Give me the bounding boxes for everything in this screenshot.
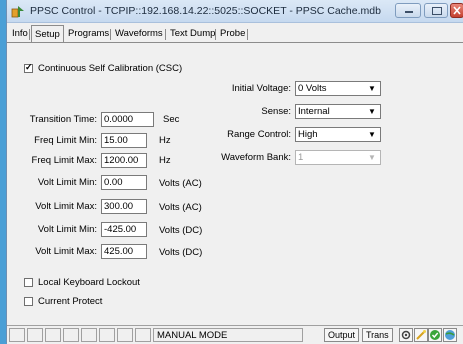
transition-time-unit: Sec <box>163 114 180 125</box>
status-cell <box>99 328 115 342</box>
status-cell <box>63 328 79 342</box>
chevron-down-icon[interactable]: ▼ <box>366 128 378 141</box>
status-bar: MANUAL MODE Output Trans <box>7 325 463 344</box>
tab-separator <box>29 29 30 40</box>
minimize-icon[interactable] <box>395 3 421 18</box>
status-cell <box>45 328 61 342</box>
initial-voltage-select[interactable]: 0 Volts ▼ <box>295 81 381 96</box>
tab-separator <box>215 29 216 40</box>
volt-limit-min-dc-input[interactable]: -425.00 <box>101 222 147 237</box>
range-control-label: Range Control: <box>227 129 291 140</box>
tab-programs[interactable]: Programs <box>65 27 112 41</box>
waveform-bank-value: 1 <box>298 152 304 163</box>
sense-select[interactable]: Internal ▼ <box>295 104 381 119</box>
status-gear-icon[interactable] <box>399 328 413 342</box>
volt-limit-max-ac-unit: Volts (AC) <box>159 202 202 213</box>
status-ok-icon[interactable] <box>428 328 442 342</box>
status-cell <box>81 328 97 342</box>
tab-text-dump[interactable]: Text Dump <box>167 27 218 41</box>
tab-waveforms[interactable]: Waveforms <box>112 27 166 41</box>
volt-limit-max-dc-label: Volt Limit Max: <box>35 246 97 257</box>
tab-separator <box>165 29 166 40</box>
volt-limit-max-ac-input[interactable]: 300.00 <box>101 199 147 214</box>
tab-separator <box>247 29 248 40</box>
transition-time-label: Transition Time: <box>29 114 97 125</box>
freq-limit-max-input[interactable]: 1200.00 <box>101 153 147 168</box>
initial-voltage-label: Initial Voltage: <box>231 83 291 94</box>
volt-limit-min-dc-unit: Volts (DC) <box>159 225 203 236</box>
chevron-down-icon[interactable]: ▼ <box>366 105 378 118</box>
chevron-down-icon[interactable]: ▼ <box>366 82 378 95</box>
local-keyboard-lockout-label: Local Keyboard Lockout <box>38 277 140 288</box>
window-title: PPSC Control - TCPIP::192.168.14.22::502… <box>30 5 381 17</box>
app-window: PPSC Control - TCPIP::192.168.14.22::502… <box>6 0 463 344</box>
close-icon[interactable] <box>450 3 463 18</box>
volt-limit-max-ac-label: Volt Limit Max: <box>35 201 97 212</box>
freq-limit-min-input[interactable]: 15.00 <box>101 133 147 148</box>
transition-time-input[interactable]: 0.0000 <box>101 112 154 127</box>
tab-bar: Info Setup Programs Waveforms Text Dump … <box>7 25 463 43</box>
trans-button[interactable]: Trans <box>362 328 393 342</box>
range-control-select[interactable]: High ▼ <box>295 127 381 142</box>
sense-label: Sense: <box>261 106 291 117</box>
current-protect-checkbox[interactable] <box>24 297 33 306</box>
sense-value: Internal <box>298 106 330 117</box>
title-bar[interactable]: PPSC Control - TCPIP::192.168.14.22::502… <box>7 0 463 23</box>
status-wand-icon[interactable] <box>414 328 428 342</box>
freq-limit-min-unit: Hz <box>159 135 171 146</box>
volt-limit-min-dc-label: Volt Limit Min: <box>37 224 97 235</box>
tab-setup[interactable]: Setup <box>31 25 64 42</box>
volt-limit-min-ac-label: Volt Limit Min: <box>37 177 97 188</box>
freq-limit-max-label: Freq Limit Max: <box>31 155 97 166</box>
status-cell <box>117 328 133 342</box>
freq-limit-max-unit: Hz <box>159 155 171 166</box>
csc-checkbox[interactable] <box>24 62 33 73</box>
status-cell <box>9 328 25 342</box>
volt-limit-max-dc-unit: Volts (DC) <box>159 247 203 258</box>
output-button[interactable]: Output <box>324 328 360 342</box>
tab-probe[interactable]: Probe <box>217 27 248 41</box>
chevron-down-icon: ▼ <box>368 153 376 162</box>
waveform-bank-label: Waveform Bank: <box>221 152 291 163</box>
app-icon <box>11 6 24 18</box>
waveform-bank-select: 1 ▼ <box>295 150 381 165</box>
local-keyboard-lockout-checkbox[interactable] <box>24 278 33 287</box>
volt-limit-min-ac-unit: Volts (AC) <box>159 178 202 189</box>
current-protect-label: Current Protect <box>38 296 103 307</box>
volt-limit-min-ac-input[interactable]: 0.00 <box>101 175 147 190</box>
status-mode-text: MANUAL MODE <box>157 330 228 341</box>
tab-info[interactable]: Info <box>9 27 31 41</box>
status-cell <box>27 328 43 342</box>
status-globe-icon[interactable] <box>443 328 457 342</box>
range-control-value: High <box>298 129 318 140</box>
initial-voltage-value: 0 Volts <box>298 83 327 94</box>
tab-separator <box>110 29 111 40</box>
csc-label: Continuous Self Calibration (CSC) <box>38 63 183 74</box>
freq-limit-min-label: Freq Limit Min: <box>34 135 97 146</box>
volt-limit-max-dc-input[interactable]: 425.00 <box>101 244 147 259</box>
maximize-icon[interactable] <box>424 3 448 18</box>
status-cell <box>135 328 151 342</box>
